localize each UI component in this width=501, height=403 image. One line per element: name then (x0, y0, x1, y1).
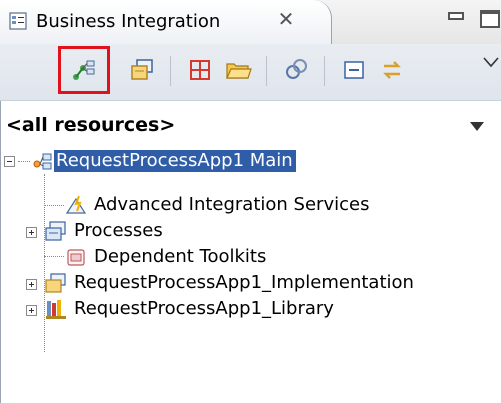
view-menu-icon[interactable] (482, 54, 500, 68)
tree-item-label: RequestProcessApp1_Implementation (74, 272, 414, 293)
link-editor-button[interactable] (278, 52, 314, 88)
implementation-icon (44, 271, 68, 295)
business-integration-tab[interactable]: Business Integration ✕ (0, 0, 332, 44)
resource-filter[interactable]: <all resources> (0, 100, 501, 144)
minimize-icon[interactable] (448, 12, 464, 20)
tree-item-advanced-integration-services[interactable]: Advanced Integration Services (0, 192, 480, 218)
integration-services-icon (64, 193, 88, 217)
tree-item-label: RequestProcessApp1 Main (56, 150, 293, 171)
sync-button[interactable] (374, 52, 410, 88)
process-app-icon (30, 149, 54, 173)
tree-item-processes[interactable]: Processes (0, 218, 480, 244)
open-folder-icon (226, 63, 252, 79)
highlight-box (58, 46, 110, 94)
tree-item-label: Processes (74, 220, 163, 241)
collapse-all-button[interactable] (336, 52, 372, 88)
tree-item-implementation[interactable]: RequestProcessApp1_Implementation (0, 270, 501, 296)
toolbar-separator (266, 56, 267, 86)
processes-icon (44, 219, 68, 243)
toolkits-icon (64, 245, 88, 269)
toolbar-separator (324, 56, 325, 86)
toolbar-separator (170, 56, 171, 86)
add-element-button[interactable] (182, 52, 218, 88)
new-module-icon (131, 59, 153, 80)
close-icon[interactable]: ✕ (275, 8, 297, 30)
new-module-button[interactable] (124, 52, 160, 88)
collapse-toggle[interactable] (4, 156, 15, 167)
resource-tree: RequestProcessApp1 Main Advanced Integra… (0, 148, 501, 403)
expand-toggle[interactable] (26, 305, 37, 316)
link-editor-icon (286, 59, 307, 79)
chevron-down-icon[interactable] (470, 122, 484, 131)
sync-icon (383, 61, 401, 79)
tree-root-item[interactable]: RequestProcessApp1 Main (4, 148, 484, 174)
maximize-icon[interactable] (480, 10, 500, 28)
add-element-icon (190, 60, 210, 80)
filter-label: <all resources> (6, 114, 176, 136)
collapse-all-icon (344, 61, 364, 79)
expand-toggle[interactable] (26, 227, 37, 238)
view-tab-strip: Business Integration ✕ (0, 0, 501, 44)
tree-item-label: RequestProcessApp1_Library (74, 298, 334, 319)
open-folder-button[interactable] (220, 52, 256, 88)
selection-highlight: RequestProcessApp1 Main (54, 150, 296, 172)
tree-item-dependent-toolkits[interactable]: Dependent Toolkits (0, 244, 480, 270)
business-integration-icon (8, 10, 30, 32)
expand-toggle[interactable] (26, 279, 37, 290)
tab-title: Business Integration (36, 11, 221, 32)
tree-item-library[interactable]: RequestProcessApp1_Library (0, 296, 480, 322)
tree-item-label: Dependent Toolkits (94, 246, 267, 267)
tree-item-label: Advanced Integration Services (94, 194, 370, 215)
library-icon (44, 297, 68, 321)
